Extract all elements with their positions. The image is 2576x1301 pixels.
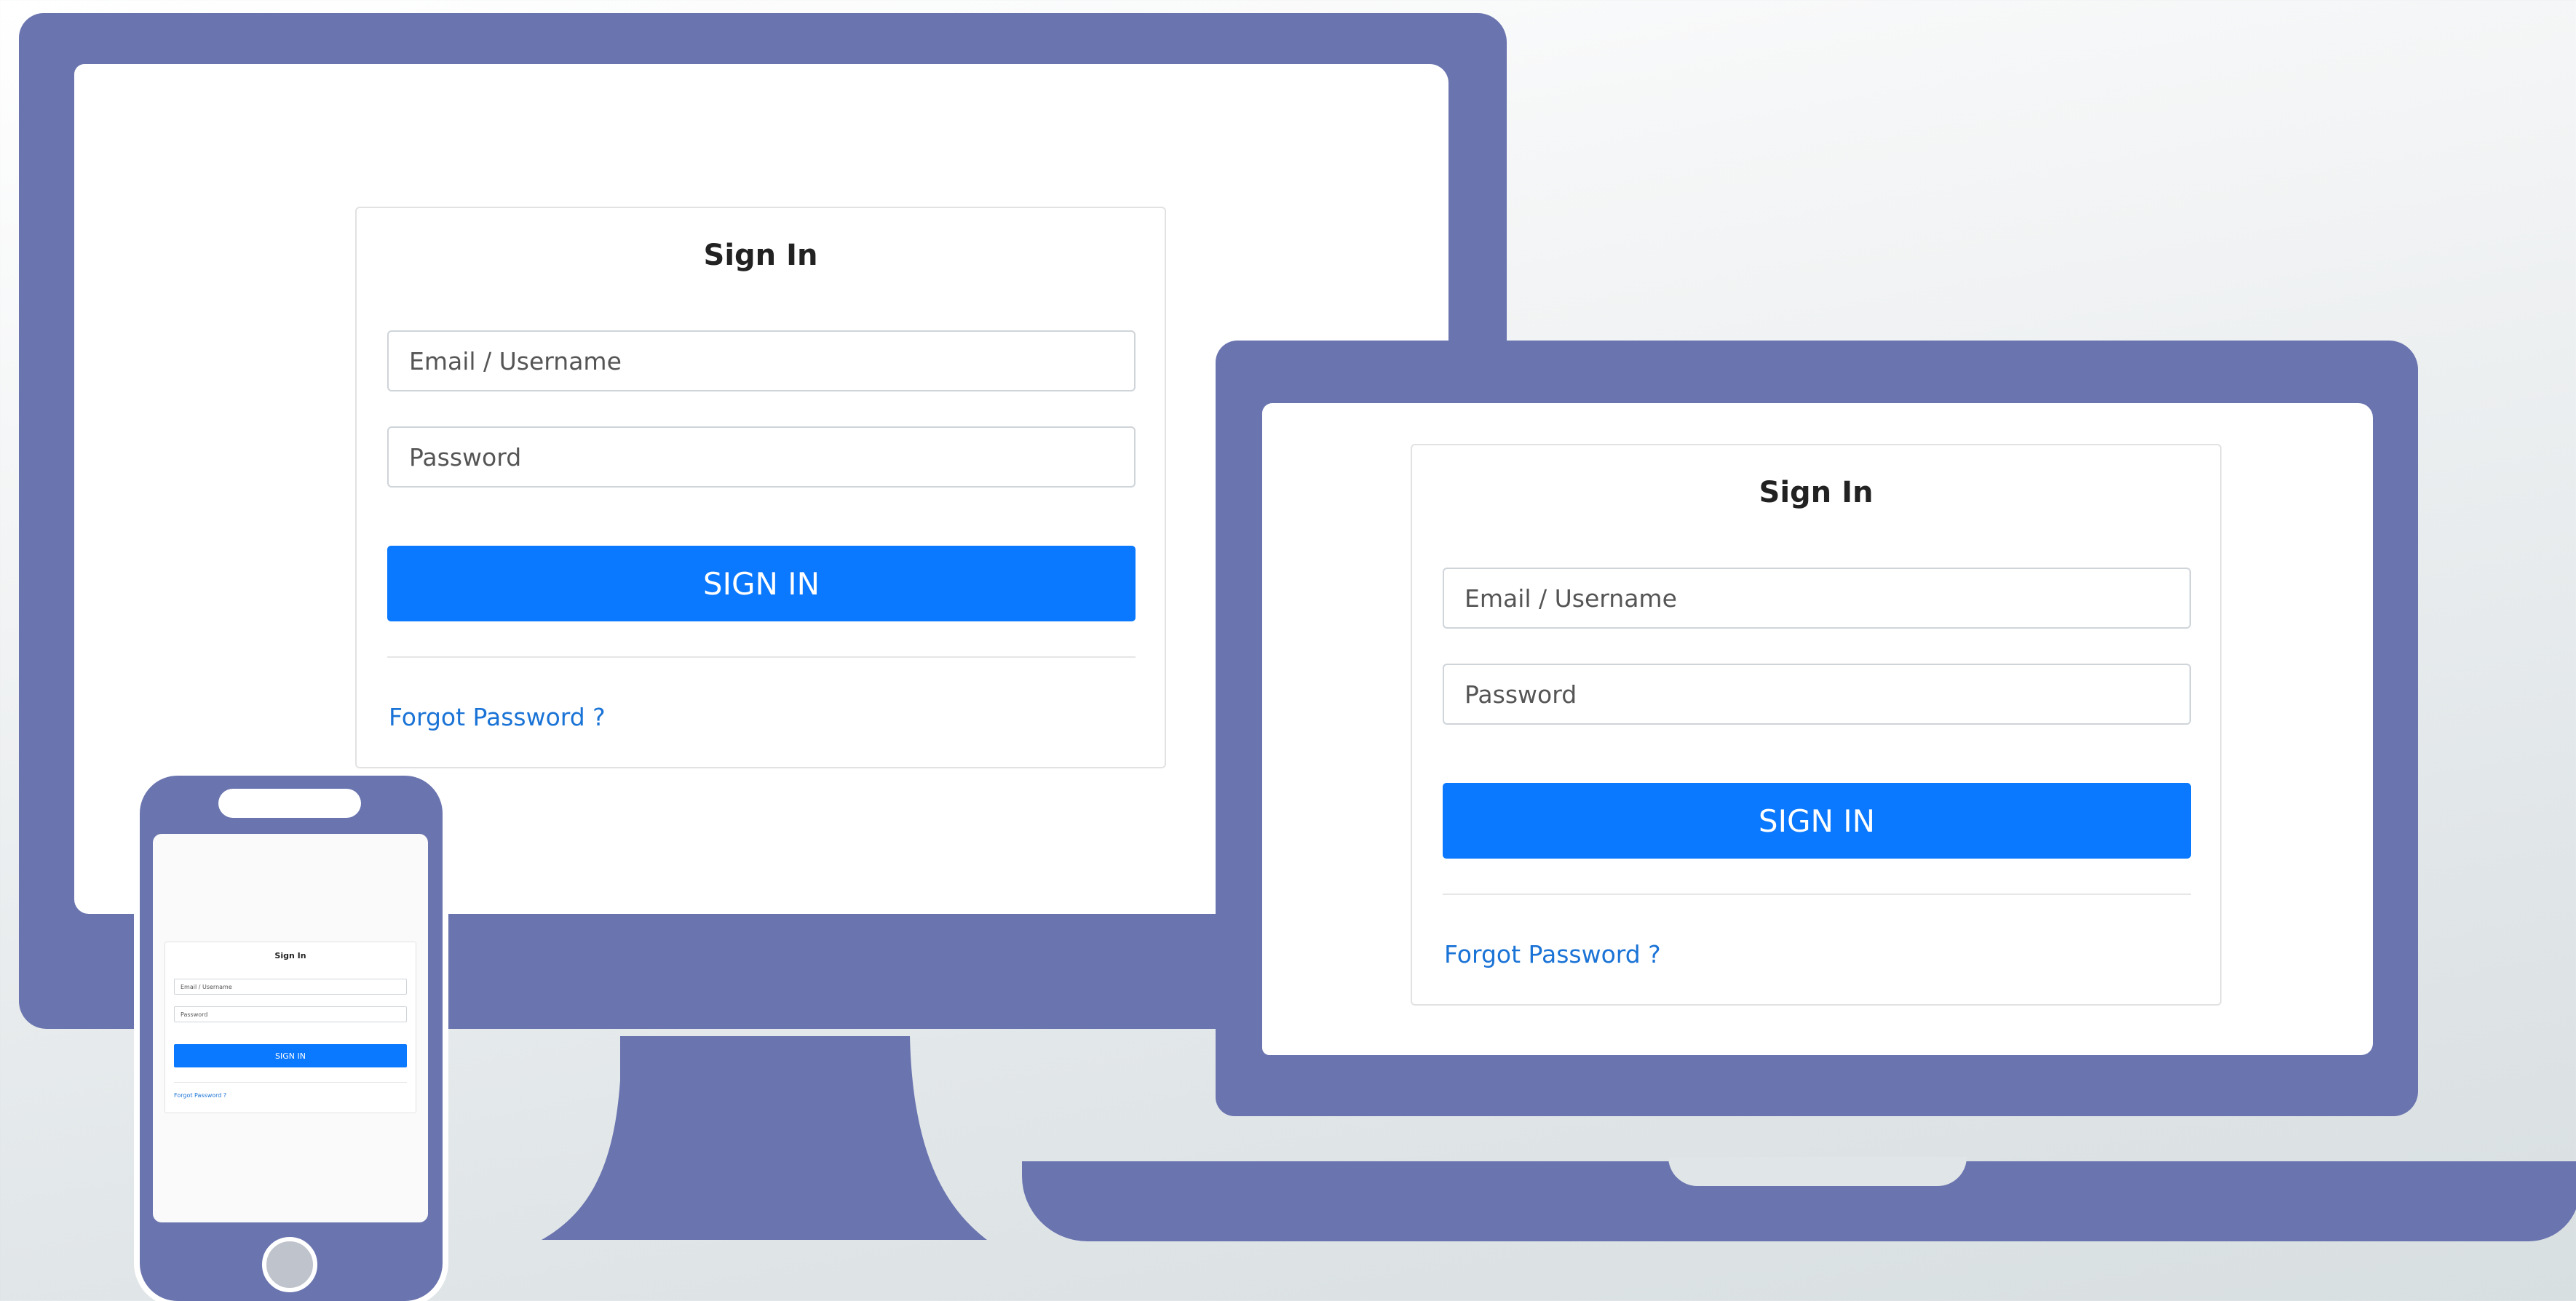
phone-speaker xyxy=(218,789,361,818)
laptop-password-input[interactable]: Password xyxy=(1443,664,2191,725)
laptop-login-title: Sign In xyxy=(1759,476,1874,509)
monitor-base xyxy=(542,1036,987,1240)
monitor-login-card: Sign In Email / Username Password SIGN I… xyxy=(355,207,1166,768)
laptop-email-input[interactable]: Email / Username xyxy=(1443,568,2191,629)
laptop-sign-in-button[interactable]: SIGN IN xyxy=(1443,783,2191,859)
phone-forgot-password-link[interactable]: Forgot Password ? xyxy=(174,1092,226,1099)
monitor-password-input[interactable]: Password xyxy=(387,426,1136,488)
monitor-divider xyxy=(387,656,1136,658)
phone-login-title: Sign In xyxy=(274,951,306,960)
phone-login-card: Sign In Email / Username Password SIGN I… xyxy=(165,942,416,1113)
laptop-notch xyxy=(1668,1157,1967,1186)
phone-sign-in-button[interactable]: SIGN IN xyxy=(174,1044,407,1067)
laptop-login-card: Sign In Email / Username Password SIGN I… xyxy=(1411,444,2222,1006)
phone-screen: Sign In Email / Username Password SIGN I… xyxy=(153,834,428,1222)
laptop-divider xyxy=(1443,894,2191,895)
phone-email-input[interactable]: Email / Username xyxy=(174,979,407,995)
monitor-email-input[interactable]: Email / Username xyxy=(387,330,1136,391)
laptop-screen: Sign In Email / Username Password SIGN I… xyxy=(1262,403,2373,1055)
monitor-sign-in-button[interactable]: SIGN IN xyxy=(387,546,1136,621)
phone-home-button[interactable] xyxy=(262,1237,317,1292)
laptop-forgot-password-link[interactable]: Forgot Password ? xyxy=(1444,940,1661,968)
phone-divider xyxy=(174,1082,407,1083)
phone-password-input[interactable]: Password xyxy=(174,1006,407,1022)
monitor-forgot-password-link[interactable]: Forgot Password ? xyxy=(389,703,606,731)
monitor-login-title: Sign In xyxy=(703,239,818,272)
